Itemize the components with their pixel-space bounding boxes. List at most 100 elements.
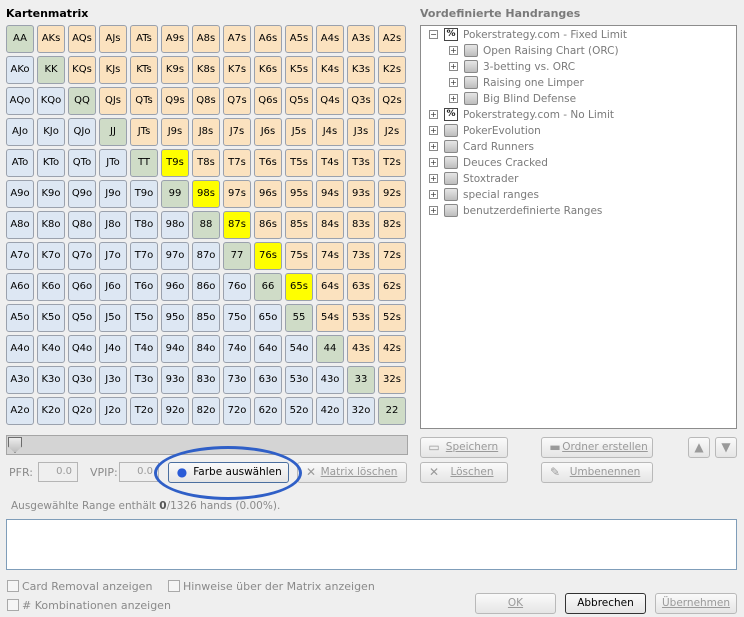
tree-item[interactable]: −% Pokerstrategy.com - Fixed Limit	[421, 27, 731, 43]
matrix-cell[interactable]: 54o	[285, 335, 313, 363]
matrix-cell[interactable]: 85s	[285, 211, 313, 239]
matrix-cell[interactable]: T9o	[130, 180, 158, 208]
matrix-cell[interactable]: AA	[6, 25, 34, 53]
combinations-checkbox[interactable]	[7, 599, 19, 611]
matrix-cell[interactable]: T4s	[316, 149, 344, 177]
matrix-cell[interactable]: K9s	[161, 56, 189, 84]
matrix-cell[interactable]: T8o	[130, 211, 158, 239]
matrix-cell[interactable]: T2s	[378, 149, 406, 177]
rename-button[interactable]: ✎ Umbenennen	[541, 462, 653, 483]
expand-icon[interactable]: +	[449, 62, 458, 71]
matrix-cell[interactable]: J6o	[99, 273, 127, 301]
matrix-cell[interactable]: 84s	[316, 211, 344, 239]
matrix-cell[interactable]: 96s	[254, 180, 282, 208]
tree-item[interactable]: + Deuces Cracked	[421, 155, 731, 171]
matrix-cell[interactable]: 86s	[254, 211, 282, 239]
matrix-cell[interactable]: Q6s	[254, 87, 282, 115]
matrix-cell[interactable]: AJs	[99, 25, 127, 53]
matrix-cell[interactable]: 95s	[285, 180, 313, 208]
card-removal-checkbox[interactable]	[7, 580, 19, 592]
matrix-cell[interactable]: KTs	[130, 56, 158, 84]
matrix-cell[interactable]: 73s	[347, 242, 375, 270]
matrix-cell[interactable]: Q8o	[68, 211, 96, 239]
matrix-cell[interactable]: 92s	[378, 180, 406, 208]
matrix-cell[interactable]: A4s	[316, 25, 344, 53]
matrix-cell[interactable]: A3s	[347, 25, 375, 53]
matrix-cell[interactable]: AKs	[37, 25, 65, 53]
apply-button[interactable]: Übernehmen	[655, 593, 737, 614]
matrix-cell[interactable]: 87s	[223, 211, 251, 239]
tree-item[interactable]: + PokerEvolution	[421, 123, 731, 139]
matrix-cell[interactable]: A2s	[378, 25, 406, 53]
matrix-cell[interactable]: T2o	[130, 397, 158, 425]
matrix-cell[interactable]: K4s	[316, 56, 344, 84]
matrix-cell[interactable]: 84o	[192, 335, 220, 363]
matrix-cell[interactable]: JTs	[130, 118, 158, 146]
matrix-cell[interactable]: J9s	[161, 118, 189, 146]
matrix-cell[interactable]: Q5o	[68, 304, 96, 332]
move-down-button[interactable]: ▼	[715, 437, 737, 458]
matrix-cell[interactable]: Q5s	[285, 87, 313, 115]
matrix-cell[interactable]: 52s	[378, 304, 406, 332]
collapse-icon[interactable]: −	[429, 30, 438, 39]
matrix-cell[interactable]: 33	[347, 366, 375, 394]
matrix-cell[interactable]: T4o	[130, 335, 158, 363]
delete-button[interactable]: ✕ Löschen	[420, 462, 508, 483]
matrix-cell[interactable]: Q7o	[68, 242, 96, 270]
matrix-cell[interactable]: 88	[192, 211, 220, 239]
matrix-cell[interactable]: Q4s	[316, 87, 344, 115]
matrix-cell[interactable]: 99	[161, 180, 189, 208]
matrix-cell[interactable]: J7s	[223, 118, 251, 146]
matrix-cell[interactable]: QJs	[99, 87, 127, 115]
matrix-cell[interactable]: K6o	[37, 273, 65, 301]
pfr-field[interactable]: 0.0	[38, 462, 78, 482]
tree-item[interactable]: +% Pokerstrategy.com - No Limit	[421, 107, 731, 123]
matrix-cell[interactable]: A6o	[6, 273, 34, 301]
expand-icon[interactable]: +	[429, 206, 438, 215]
tree-item[interactable]: + Stoxtrader	[421, 171, 731, 187]
matrix-cell[interactable]: J3o	[99, 366, 127, 394]
matrix-cell[interactable]: 94o	[161, 335, 189, 363]
matrix-cell[interactable]: K9o	[37, 180, 65, 208]
matrix-cell[interactable]: 44	[316, 335, 344, 363]
matrix-cell[interactable]: 65s	[285, 273, 313, 301]
matrix-cell[interactable]: 82o	[192, 397, 220, 425]
matrix-cell[interactable]: 96o	[161, 273, 189, 301]
matrix-cell[interactable]: K3o	[37, 366, 65, 394]
matrix-cell[interactable]: T9s	[161, 149, 189, 177]
matrix-cell[interactable]: 63o	[254, 366, 282, 394]
matrix-cell[interactable]: A3o	[6, 366, 34, 394]
matrix-cell[interactable]: 65o	[254, 304, 282, 332]
matrix-cell[interactable]: K7s	[223, 56, 251, 84]
move-up-button[interactable]: ▲	[688, 437, 710, 458]
expand-icon[interactable]: +	[449, 46, 458, 55]
expand-icon[interactable]: +	[429, 190, 438, 199]
matrix-cell[interactable]: 92o	[161, 397, 189, 425]
matrix-cell[interactable]: 75s	[285, 242, 313, 270]
vpip-field[interactable]: 0.0	[119, 462, 159, 482]
matrix-cell[interactable]: J5o	[99, 304, 127, 332]
matrix-cell[interactable]: KJs	[99, 56, 127, 84]
matrix-cell[interactable]: ATo	[6, 149, 34, 177]
matrix-cell[interactable]: J8s	[192, 118, 220, 146]
matrix-cell[interactable]: J2o	[99, 397, 127, 425]
save-button[interactable]: ▭ Speichern	[420, 437, 508, 458]
tree-item[interactable]: + Card Runners	[421, 139, 731, 155]
matrix-cell[interactable]: TT	[130, 149, 158, 177]
matrix-cell[interactable]: J4o	[99, 335, 127, 363]
matrix-cell[interactable]: KQs	[68, 56, 96, 84]
matrix-cell[interactable]: 97o	[161, 242, 189, 270]
slider-thumb[interactable]	[8, 437, 22, 453]
matrix-cell[interactable]: A4o	[6, 335, 34, 363]
expand-icon[interactable]: +	[429, 174, 438, 183]
clear-matrix-button[interactable]: ✕ Matrix löschen	[297, 462, 407, 483]
matrix-cell[interactable]: 74o	[223, 335, 251, 363]
matrix-cell[interactable]: 64s	[316, 273, 344, 301]
matrix-cell[interactable]: T5o	[130, 304, 158, 332]
matrix-cell[interactable]: 82s	[378, 211, 406, 239]
create-folder-button[interactable]: ▬ Ordner erstellen	[541, 437, 653, 458]
matrix-cell[interactable]: QQ	[68, 87, 96, 115]
tree-item[interactable]: + Open Raising Chart (ORC)	[421, 43, 731, 59]
matrix-cell[interactable]: 43s	[347, 335, 375, 363]
matrix-cell[interactable]: 32o	[347, 397, 375, 425]
